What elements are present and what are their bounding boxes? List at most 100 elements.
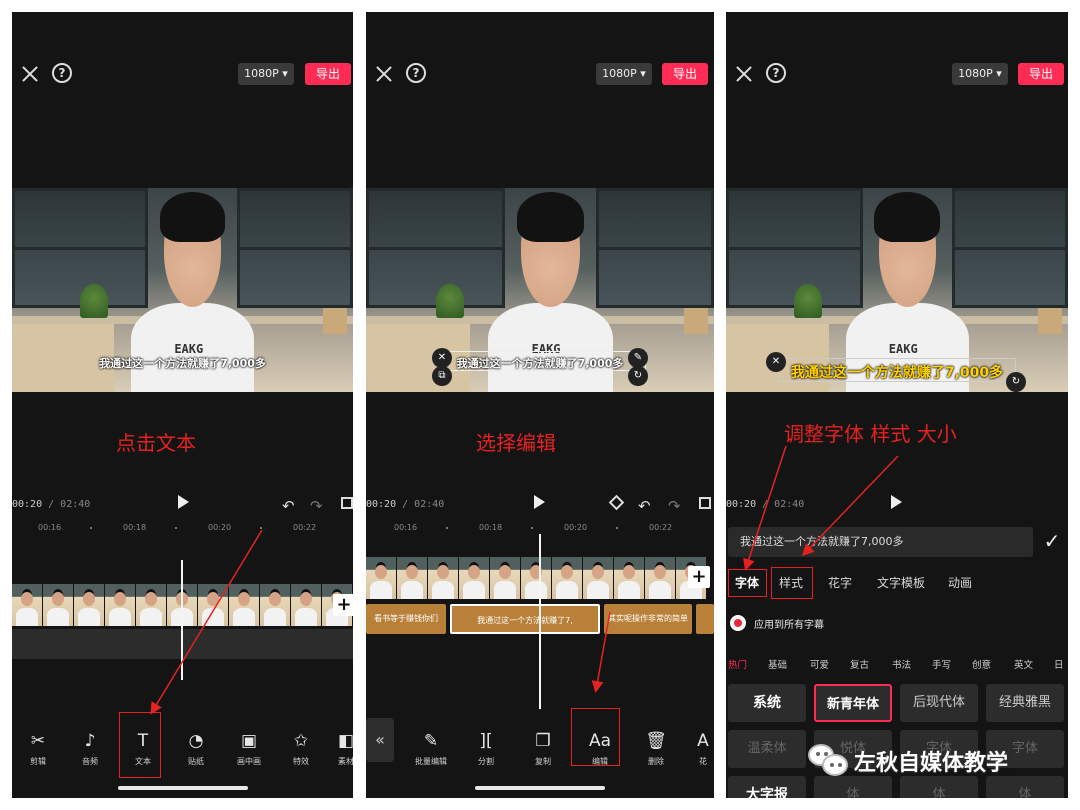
tool-delete[interactable]: 🗑 删除 xyxy=(634,730,678,780)
font-option[interactable]: 系统 xyxy=(728,684,806,722)
category-basic[interactable]: 基础 xyxy=(768,657,787,671)
tool-pip[interactable]: ▣ 画中画 xyxy=(227,730,271,780)
screen-step-2: ? 1080P ▾ 导出 EAKG 我通过这一个方法就赚了7,000多 ✕ ⧉ … xyxy=(366,12,714,798)
highlight-box xyxy=(119,712,161,778)
close-icon[interactable] xyxy=(374,64,394,84)
resolution-button[interactable]: 1080P ▾ xyxy=(596,63,652,85)
tool-fancy-text[interactable]: A花 xyxy=(692,730,714,780)
fancy-text-icon: A xyxy=(697,731,709,751)
add-clip-button[interactable]: + xyxy=(333,594,353,616)
tool-sticker[interactable]: ◔ 贴纸 xyxy=(174,730,218,780)
text-clip[interactable]: 看书等于赚钱你们 xyxy=(366,604,446,634)
effects-star-icon: ✩ xyxy=(293,731,309,751)
font-option[interactable]: 大字报 xyxy=(728,776,806,798)
close-icon[interactable] xyxy=(20,64,40,84)
edit-subtitle-icon[interactable]: ✎ xyxy=(628,348,648,368)
tool-batch-edit[interactable]: ✎ 批量编辑 xyxy=(406,730,456,780)
tool-copy[interactable]: ❐ 复制 xyxy=(521,730,565,780)
help-icon[interactable]: ? xyxy=(766,63,786,83)
highlight-box-style xyxy=(771,567,813,599)
font-option-selected[interactable]: 新青年体 xyxy=(814,684,892,722)
category-cute[interactable]: 可爱 xyxy=(810,657,829,671)
delete-subtitle-icon[interactable]: ✕ xyxy=(432,348,452,368)
play-icon[interactable] xyxy=(534,495,545,509)
category-handwriting[interactable]: 手写 xyxy=(932,657,951,671)
scissors-icon: ✂ xyxy=(30,731,46,751)
redo-icon[interactable]: ↷ xyxy=(668,497,681,515)
text-clip[interactable]: 其实呢操作非常的简单 xyxy=(604,604,692,634)
tool-split[interactable]: ][分割 xyxy=(464,730,508,780)
time-display: 00:20 / 02:40 xyxy=(726,499,805,510)
video-preview[interactable]: EAKG 我通过这一个方法就赚了7,000多 ✕ ↻ xyxy=(726,188,1068,392)
music-note-icon: ♪ xyxy=(84,731,96,751)
tab-template[interactable]: 文字模板 xyxy=(868,569,934,597)
subtitle-text: 我通过这一个方法就赚了7,000多 xyxy=(99,357,266,370)
category-english[interactable]: 英文 xyxy=(1014,657,1033,671)
picture-in-picture-icon: ▣ xyxy=(240,731,258,751)
fullscreen-icon[interactable] xyxy=(341,497,353,509)
resolution-button[interactable]: 1080P ▾ xyxy=(238,63,294,85)
annotation-label: 点击文本 xyxy=(116,431,196,455)
playback-row: 00:20 / 02:40 ↶ ↷ xyxy=(12,495,353,517)
material-icon: ◧ xyxy=(337,731,353,751)
copy-subtitle-icon[interactable]: ⧉ xyxy=(432,366,452,386)
play-icon[interactable] xyxy=(891,495,902,509)
apply-all-radio[interactable] xyxy=(730,615,746,631)
playhead[interactable] xyxy=(539,534,541,709)
font-option[interactable]: 经典雅黑 xyxy=(986,684,1064,722)
video-preview[interactable]: EAKG 我通过这一个方法就赚了7,000多 xyxy=(12,188,353,392)
help-icon[interactable]: ? xyxy=(52,63,72,83)
sticker-icon: ◔ xyxy=(188,731,204,751)
font-option[interactable]: 温柔体 xyxy=(728,730,806,768)
tool-audio[interactable]: ♪ 音频 xyxy=(68,730,112,780)
export-button[interactable]: 导出 xyxy=(662,63,708,85)
wechat-icon xyxy=(808,744,850,778)
watermark-text: 左秋自媒体教学 xyxy=(854,751,1009,776)
tab-animation[interactable]: 动画 xyxy=(940,569,980,597)
confirm-check-icon[interactable]: ✓ xyxy=(1040,529,1064,553)
keyframe-icon[interactable] xyxy=(608,494,625,511)
category-hot[interactable]: 热门 xyxy=(728,657,747,671)
video-preview[interactable]: EAKG 我通过这一个方法就赚了7,000多 ✕ ⧉ ✎ ↻ xyxy=(366,188,714,392)
category-japanese[interactable]: 日 xyxy=(1054,657,1064,671)
apply-all-row[interactable]: 应用到所有字幕 xyxy=(726,613,1068,633)
category-calligraphy[interactable]: 书法 xyxy=(892,657,911,671)
tool-material[interactable]: ◧ 素材 xyxy=(332,730,353,780)
export-button[interactable]: 导出 xyxy=(305,63,351,85)
redo-icon[interactable]: ↷ xyxy=(310,497,323,515)
undo-icon[interactable]: ↶ xyxy=(282,497,295,515)
fullscreen-icon[interactable] xyxy=(699,497,711,509)
play-icon[interactable] xyxy=(178,495,189,509)
annotation-label: 调整字体 样式 大小 xyxy=(784,422,957,446)
subtitle-text-input[interactable]: 我通过这一个方法就赚了7,000多 xyxy=(728,527,1033,557)
resolution-button[interactable]: 1080P ▾ xyxy=(952,63,1008,85)
category-creative[interactable]: 创意 xyxy=(972,657,991,671)
text-clip-selected[interactable]: 我通过这一个方法就赚了7, xyxy=(450,604,600,634)
undo-icon[interactable]: ↶ xyxy=(638,497,651,515)
subtitle-text: 我通过这一个方法就赚了7,000多 xyxy=(456,357,624,370)
shirt-logo: EAKG xyxy=(888,341,918,356)
text-clip[interactable] xyxy=(696,604,714,634)
tool-effects[interactable]: ✩ 特效 xyxy=(279,730,323,780)
shirt-logo: EAKG xyxy=(174,341,204,356)
font-categories: 热门 基础 可爱 复古 书法 手写 创意 英文 日 xyxy=(726,657,1068,673)
time-display: 00:20 / 02:40 xyxy=(12,499,91,510)
subtitle-text-styled: 我通过这一个方法就赚了7,000多 xyxy=(790,365,1004,381)
rotate-subtitle-icon[interactable]: ↻ xyxy=(628,366,648,386)
delete-subtitle-icon[interactable]: ✕ xyxy=(766,352,786,372)
rotate-subtitle-icon[interactable]: ↻ xyxy=(1006,372,1026,392)
export-button[interactable]: 导出 xyxy=(1018,63,1064,85)
playhead[interactable] xyxy=(181,560,183,680)
add-clip-button[interactable]: + xyxy=(688,566,710,588)
home-indicator xyxy=(475,786,605,790)
screen-step-3: ? 1080P ▾ 导出 EAKG 我通过这一个方法就赚了7,000多 ✕ ↻ … xyxy=(726,12,1068,798)
help-icon[interactable]: ? xyxy=(406,63,426,83)
category-retro[interactable]: 复古 xyxy=(850,657,869,671)
font-option[interactable]: 后现代体 xyxy=(900,684,978,722)
trash-icon: 🗑 xyxy=(645,731,667,751)
video-track[interactable] xyxy=(366,557,707,599)
tool-edit[interactable]: ✂ 剪辑 xyxy=(16,730,60,780)
tab-fancy[interactable]: 花字 xyxy=(822,569,858,597)
batch-edit-icon: ✎ xyxy=(423,731,439,751)
close-icon[interactable] xyxy=(734,64,754,84)
